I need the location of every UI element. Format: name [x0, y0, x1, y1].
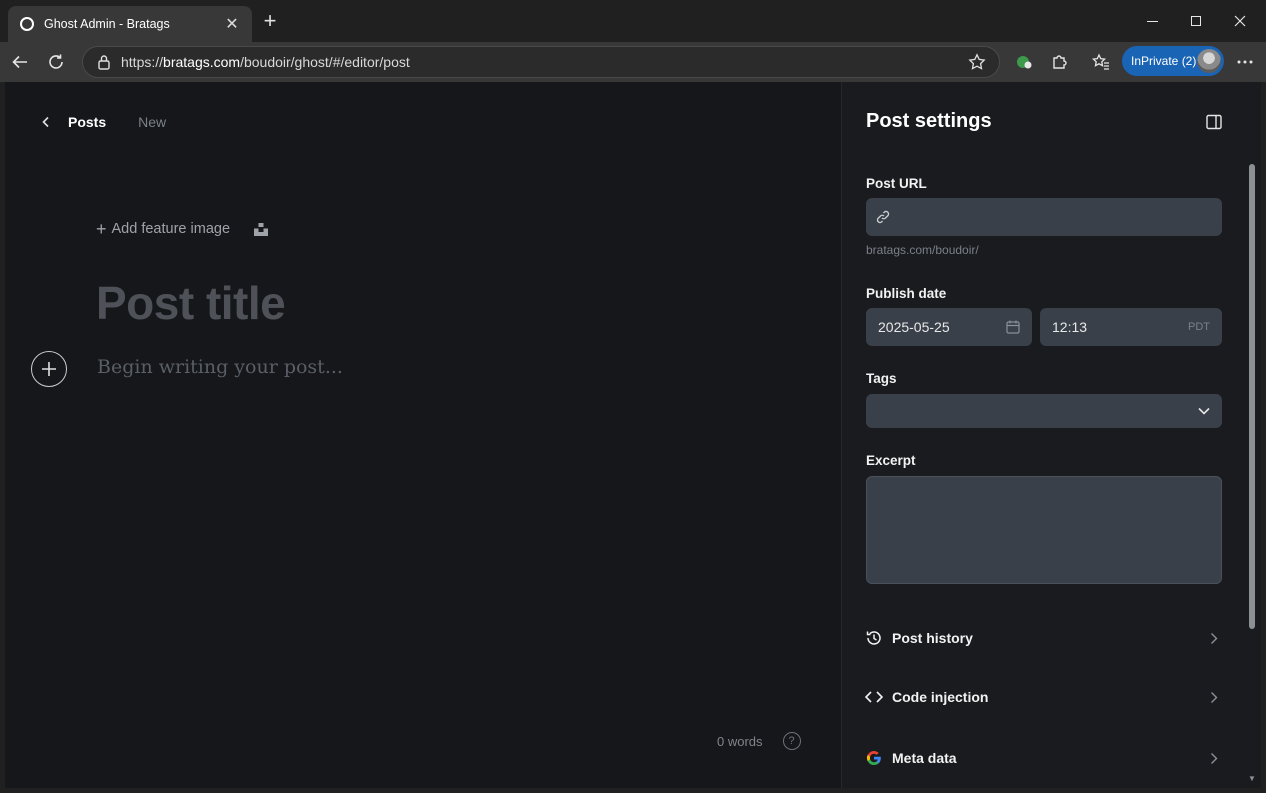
extensions-button[interactable] [1046, 48, 1074, 76]
more-menu-button[interactable] [1231, 48, 1259, 76]
meta-data-label: Meta data [892, 750, 957, 766]
feature-image-controls: + Add feature image [96, 220, 269, 238]
code-injection-label: Code injection [892, 689, 989, 705]
tab-title: Ghost Admin - Bratags [44, 17, 170, 31]
publish-time-input[interactable]: 12:13 PDT [1040, 308, 1222, 346]
address-bar[interactable]: https://bratags.com/boudoir/ghost/#/edit… [82, 46, 1000, 78]
post-url-label: Post URL [866, 176, 927, 191]
history-icon [864, 628, 884, 648]
plus-icon [42, 362, 56, 376]
favorites-icon [1092, 53, 1109, 70]
post-settings-title: Post settings [866, 110, 992, 132]
maximize-button[interactable] [1176, 8, 1216, 34]
excerpt-textarea[interactable] [866, 476, 1222, 584]
sidebar-scrollbar[interactable]: ▼ [1247, 162, 1257, 788]
publish-date-value: 2025-05-25 [878, 319, 950, 335]
post-url-hint: bratags.com/boudoir/ [866, 243, 979, 257]
timezone-label: PDT [1188, 321, 1210, 333]
lock-icon[interactable] [95, 53, 113, 71]
post-url-field[interactable] [866, 198, 1222, 236]
publish-date-label: Publish date [866, 286, 947, 301]
post-title-input[interactable]: Post title [96, 276, 286, 330]
maximize-icon [1191, 16, 1201, 26]
publish-date-input[interactable]: 2025-05-25 [866, 308, 1032, 346]
google-icon [864, 748, 884, 768]
post-settings-panel: Post settings ▼ Post URL bratags.com/bou… [841, 82, 1261, 788]
ghost-favicon-icon [20, 17, 34, 31]
inprivate-label: InPrivate (2) [1131, 54, 1197, 68]
browser-tabbar: Ghost Admin - Bratags ✕ + [0, 0, 1266, 42]
chevron-right-icon [1210, 690, 1222, 704]
more-dots-icon [1237, 60, 1253, 64]
refresh-icon [49, 54, 63, 69]
plus-icon[interactable]: + [96, 220, 107, 238]
add-feature-image-button[interactable]: Add feature image [112, 221, 231, 237]
tags-select[interactable] [866, 394, 1222, 428]
add-card-button[interactable] [31, 351, 67, 387]
extension-globe-icon [1017, 56, 1032, 69]
post-status-label: New [138, 114, 167, 130]
publish-time-value: 12:13 [1052, 319, 1088, 335]
post-history-row[interactable]: Post history [864, 627, 1222, 649]
favorite-star-icon[interactable] [967, 52, 987, 72]
unsplash-icon[interactable] [254, 222, 269, 236]
chevron-right-icon [1210, 751, 1222, 765]
extension-button[interactable] [1010, 48, 1038, 76]
browser-tab[interactable]: Ghost Admin - Bratags ✕ [8, 6, 252, 42]
code-injection-row[interactable]: Code injection [864, 686, 1222, 708]
favorites-button[interactable] [1087, 48, 1115, 76]
url-host: bratags.com [163, 54, 241, 70]
minimize-button[interactable] [1132, 8, 1172, 34]
close-icon [1234, 15, 1246, 27]
sidebar-toggle-icon[interactable] [1206, 114, 1222, 130]
avatar [1197, 49, 1221, 73]
url-path: /boudoir/ghost/#/editor/post [240, 54, 410, 70]
code-icon [864, 687, 884, 707]
back-arrow-icon [12, 55, 27, 69]
close-window-button[interactable] [1220, 8, 1260, 34]
scrollbar-thumb[interactable] [1249, 164, 1255, 629]
help-icon[interactable]: ? [782, 732, 801, 750]
post-history-label: Post history [892, 630, 973, 646]
excerpt-label: Excerpt [866, 453, 916, 468]
word-count: 0 words ? [717, 732, 801, 750]
word-count-label: 0 words [717, 733, 763, 749]
url-prefix: https:// [121, 54, 164, 70]
puzzle-icon [1053, 55, 1067, 69]
link-icon [876, 210, 890, 224]
tab-close-icon[interactable]: ✕ [222, 14, 242, 34]
meta-data-row[interactable]: Meta data [864, 747, 1222, 769]
post-body-editor[interactable]: Begin writing your post... [97, 356, 343, 378]
browser-navbar: https://bratags.com/boudoir/ghost/#/edit… [0, 42, 1266, 82]
chevron-right-icon [1210, 631, 1222, 645]
editor-pane: Posts New + Add feature image Post title… [5, 82, 841, 788]
inprivate-button[interactable]: InPrivate (2) [1122, 46, 1224, 76]
new-tab-button[interactable]: + [258, 10, 282, 34]
calendar-icon[interactable] [1006, 320, 1020, 334]
chevron-left-icon[interactable] [41, 114, 57, 130]
tags-label: Tags [866, 371, 897, 386]
ghost-app: Posts New + Add feature image Post title… [5, 82, 1261, 788]
breadcrumb: Posts New [41, 114, 166, 130]
url-text: https://bratags.com/boudoir/ghost/#/edit… [121, 54, 967, 70]
scroll-down-icon[interactable]: ▼ [1247, 774, 1257, 784]
breadcrumb-posts-link[interactable]: Posts [68, 114, 106, 130]
back-button[interactable] [6, 48, 34, 76]
minimize-icon [1146, 20, 1158, 22]
chevron-down-icon [1198, 407, 1210, 415]
refresh-button[interactable] [42, 48, 70, 76]
